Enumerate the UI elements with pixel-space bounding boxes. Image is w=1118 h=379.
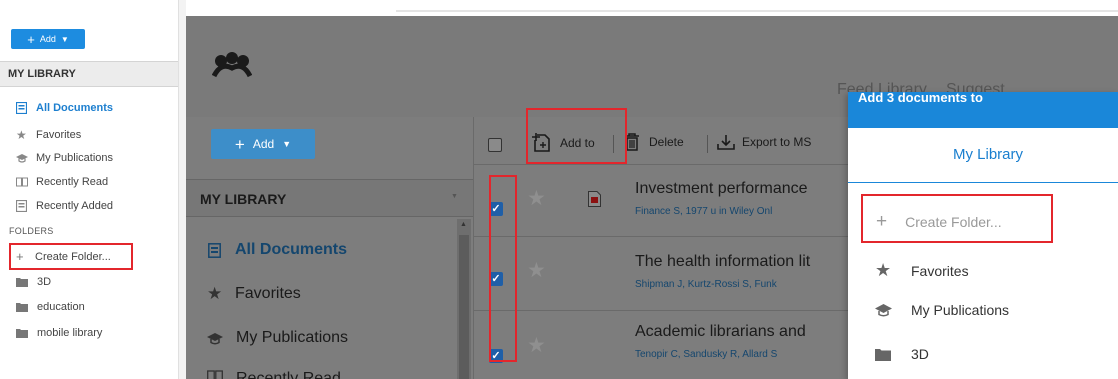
my-library-label: My Library: [953, 146, 1024, 163]
folder-icon: [16, 328, 28, 338]
scroll-up-icon[interactable]: ▲: [460, 221, 467, 228]
main-app: Feed Library Suggest + Add ▼ MY LIBRARY …: [186, 0, 1118, 379]
star-icon[interactable]: ★: [527, 333, 546, 358]
graduation-cap-icon: [16, 153, 28, 163]
add-button-label: Add: [252, 137, 275, 151]
highlight-add-to: [526, 108, 627, 164]
caret-down-icon: ▼: [60, 34, 69, 44]
document-title[interactable]: Academic librarians and: [635, 323, 806, 341]
sidebar-item-label: All Documents: [235, 241, 348, 258]
mendeley-logo-icon: [212, 52, 252, 78]
sidebar-item-label: Favorites: [235, 285, 301, 302]
graduation-cap-icon: [207, 332, 223, 345]
table-row[interactable]: ✓ ★ The health information lit Shipman J…: [474, 238, 854, 311]
scrollbar-thumb[interactable]: [459, 235, 469, 379]
table-row[interactable]: ✓ ★ Investment performance Finance S, 19…: [474, 166, 854, 237]
export-button[interactable]: Export to MS: [717, 133, 811, 151]
folder-item-mobile-library[interactable]: mobile library: [16, 326, 102, 340]
caret-down-icon: ▼: [451, 193, 458, 200]
main-sidebar: + Add ▼ MY LIBRARY ▼ ▲ All Documents ★ F…: [186, 117, 473, 379]
delete-label: Delete: [649, 135, 684, 149]
star-icon: ★: [207, 284, 223, 303]
document-list-icon: [16, 102, 27, 114]
document-meta: Finance S, 1977 u in Wiley Onl: [635, 206, 773, 217]
download-icon: [717, 133, 735, 151]
star-icon[interactable]: ★: [527, 186, 546, 211]
sidebar-item-label: Recently Read: [36, 176, 109, 188]
section-title: MY LIBRARY: [8, 68, 76, 80]
folder-label: 3D: [37, 276, 52, 288]
folder-label: education: [37, 301, 85, 313]
select-all-checkbox[interactable]: [488, 138, 502, 152]
folders-title: FOLDERS: [9, 226, 54, 236]
popup-item-favorites[interactable]: ★ Favorites: [875, 260, 969, 281]
sidebar-item-recently-read[interactable]: Recently Read: [16, 176, 108, 188]
folder-icon: [16, 302, 28, 312]
delete-button[interactable]: Delete: [624, 133, 684, 151]
open-book-icon: [207, 370, 223, 379]
sidebar-item-favorites[interactable]: ★ Favorites: [16, 128, 81, 142]
document-list-icon: [16, 200, 27, 212]
document-title[interactable]: The health information lit: [635, 253, 810, 271]
sidebar-item-label: Recently Added: [36, 200, 114, 212]
main-add-button[interactable]: + Add ▼: [211, 129, 315, 159]
sidebar-item-label: Recently Read: [236, 370, 341, 379]
popup-item-3d[interactable]: 3D: [875, 346, 929, 362]
add-button-label: Add: [39, 34, 56, 44]
caret-down-icon: ▼: [282, 139, 292, 149]
sidebar-item-my-publications[interactable]: My Publications: [16, 152, 113, 164]
open-book-icon: [16, 177, 28, 187]
star-icon: ★: [16, 128, 27, 142]
my-library-header: MY LIBRARY: [0, 61, 178, 87]
plus-icon: +: [27, 31, 35, 47]
left-panel-divider: [178, 0, 186, 379]
popup-item-label: 3D: [911, 346, 929, 362]
star-icon[interactable]: ★: [527, 258, 546, 283]
document-list-icon: [208, 242, 221, 258]
highlight-popup-create-folder: [861, 194, 1053, 243]
top-strip: [186, 0, 1118, 16]
add-to-popup: Add 3 documents to My Library + Create F…: [848, 90, 1118, 379]
folder-icon: [875, 348, 891, 361]
folder-icon: [16, 277, 28, 287]
left-panel: + Add ▼ MY LIBRARY All Documents ★ Favor…: [0, 0, 186, 379]
popup-item-label: My Publications: [911, 302, 1010, 318]
plus-icon: +: [234, 134, 245, 154]
sidebar-item-recently-added[interactable]: Recently Added: [16, 200, 113, 212]
sidebar-item-label: Favorites: [36, 129, 82, 141]
left-add-button[interactable]: + Add ▼: [11, 29, 85, 49]
sidebar-item-label: My Publications: [236, 329, 349, 346]
main-sidebar-item-favorites[interactable]: ★ Favorites: [207, 284, 301, 304]
popup-item-my-publications[interactable]: My Publications: [875, 302, 1009, 318]
graduation-cap-icon: [875, 303, 892, 317]
main-sidebar-item-my-publications[interactable]: My Publications: [207, 329, 348, 347]
sidebar-item-all-documents[interactable]: All Documents: [16, 102, 113, 114]
folder-item-3d[interactable]: 3D: [16, 276, 51, 288]
export-label: Export to MS: [742, 135, 812, 149]
folder-item-education[interactable]: education: [16, 301, 85, 313]
pdf-icon[interactable]: [588, 191, 601, 207]
document-title[interactable]: Investment performance: [635, 180, 808, 198]
main-library-header: MY LIBRARY ▼: [186, 179, 473, 217]
document-meta: Tenopir C, Sandusky R, Allard S: [635, 349, 778, 360]
highlight-checkboxes: [489, 175, 517, 362]
popup-header: Add 3 documents to: [848, 90, 1118, 128]
table-row[interactable]: ✓ ★ Academic librarians and Tenopir C, S…: [474, 312, 854, 379]
popup-my-library[interactable]: My Library: [848, 128, 1118, 183]
toolbar-separator: [707, 135, 708, 153]
popup-item-label: Favorites: [911, 262, 969, 279]
top-strip-line: [396, 10, 1118, 12]
folder-label: mobile library: [37, 327, 103, 339]
document-meta: Shipman J, Kurtz-Rossi S, Funk: [635, 279, 777, 290]
main-sidebar-item-recently-read[interactable]: Recently Read: [207, 370, 447, 379]
star-icon: ★: [875, 260, 892, 280]
sidebar-item-label: All Documents: [36, 102, 114, 114]
sidebar-scrollbar[interactable]: ▲: [457, 219, 471, 379]
popup-title: Add 3 documents to: [858, 90, 983, 105]
main-sidebar-item-all-documents[interactable]: All Documents: [208, 241, 347, 259]
highlight-left-create-folder: [9, 243, 133, 270]
sidebar-item-label: My Publications: [36, 152, 114, 164]
section-title: MY LIBRARY: [200, 191, 287, 207]
